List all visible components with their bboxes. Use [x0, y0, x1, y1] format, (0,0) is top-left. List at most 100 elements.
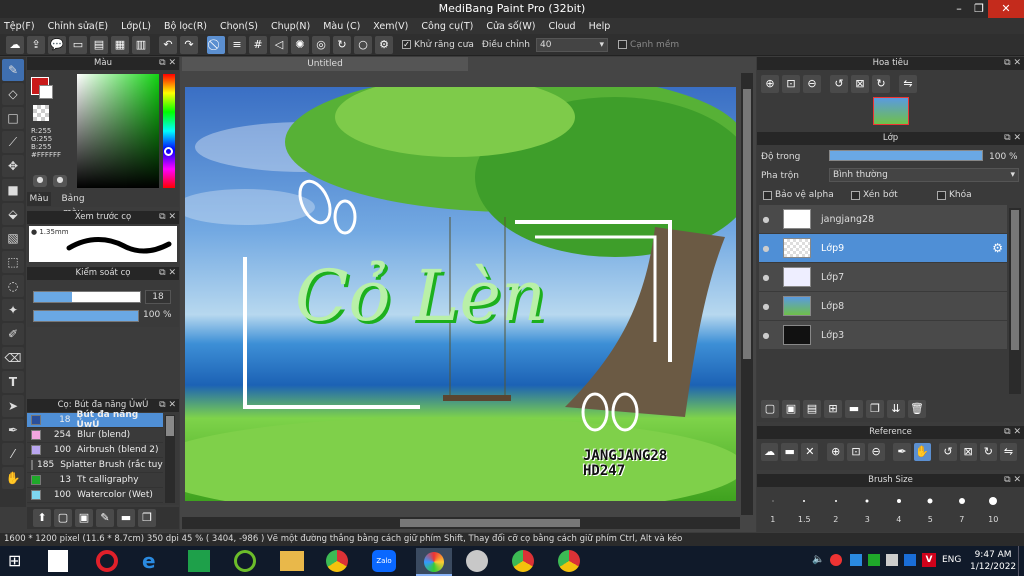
brush-list-scrollbar[interactable]	[165, 415, 175, 503]
circle-snap-icon[interactable]: ◎	[312, 35, 330, 54]
add-layer-menu-icon[interactable]: ⊞	[824, 400, 842, 418]
move-tool-icon[interactable]: ✥	[2, 155, 24, 177]
eraser-tool-icon[interactable]: ◇	[2, 83, 24, 105]
folder-icon[interactable]	[280, 551, 304, 571]
rotate-left-icon[interactable]: ↺	[939, 443, 957, 461]
tray-v-icon[interactable]: V	[922, 553, 936, 567]
cloud-upload-icon[interactable]: ☁	[761, 443, 779, 461]
zoom-out-icon[interactable]: ⊖	[867, 443, 885, 461]
canvas-vertical-scrollbar[interactable]	[741, 73, 753, 515]
brush-size-option[interactable]: 5	[915, 489, 947, 527]
palette-remove-icon[interactable]: ●	[53, 175, 67, 187]
protect-alpha-toggle[interactable]: Bảo vệ alpha	[763, 190, 834, 200]
snap-off-icon[interactable]: ⃠	[207, 35, 225, 54]
magic-wand-tool-icon[interactable]: ✦	[2, 299, 24, 321]
tray-app-icon[interactable]	[830, 554, 842, 566]
zoom-out-icon[interactable]: ⊖	[803, 75, 821, 93]
panel-close-icon[interactable]: ⧉ ✕	[159, 267, 176, 280]
hand-tool-icon[interactable]: ✋	[2, 467, 24, 489]
windows-start-icon[interactable]: ⊞	[8, 552, 26, 570]
zoom-in-icon[interactable]: ⊕	[761, 75, 779, 93]
saturation-value-picker[interactable]	[77, 74, 159, 188]
blend-mode-dropdown[interactable]: Bình thường ▾	[829, 168, 1019, 182]
menu-tools[interactable]: Công cụ(T)	[421, 21, 473, 32]
scroll-thumb[interactable]	[1011, 210, 1019, 350]
tray-app-5-icon[interactable]	[904, 554, 916, 566]
gradient-tool-icon[interactable]: ▧	[2, 227, 24, 249]
layer-row[interactable]: ● Lớp3	[759, 321, 1007, 350]
adjust-dropdown[interactable]: 40 ▾	[535, 37, 608, 52]
add-brush-icon[interactable]: ⬆	[33, 509, 51, 527]
gear-icon[interactable]: ⚙	[992, 241, 1003, 255]
layout-icon[interactable]: ▥	[132, 35, 150, 54]
brush-item[interactable]: 18 Bút đa năng ỦwÚ	[27, 410, 163, 430]
brush-item[interactable]: 185 Splatter Brush (rắc tuyết)	[27, 458, 163, 473]
menu-layer[interactable]: Lớp(L)	[121, 21, 151, 32]
menu-cloud[interactable]: Cloud	[548, 21, 575, 32]
new-brush-icon[interactable]: ▢	[54, 509, 72, 527]
canvas-horizontal-scrollbar[interactable]	[182, 517, 740, 529]
rotate-left-icon[interactable]: ↺	[830, 75, 848, 93]
line-tool-icon[interactable]: ⟋	[2, 131, 24, 153]
flip-icon[interactable]: ⇋	[899, 75, 917, 93]
hand-icon[interactable]: ✋	[913, 443, 931, 461]
speaker-icon[interactable]: 🔈	[812, 554, 824, 565]
tray-app-3-icon[interactable]	[868, 554, 880, 566]
select-pen-tool-icon[interactable]: ✐	[2, 323, 24, 345]
fill-rect-tool-icon[interactable]: ■	[2, 179, 24, 201]
vanishing-point-icon[interactable]: ◁	[270, 35, 288, 54]
menu-edit[interactable]: Chỉnh sửa(E)	[48, 21, 109, 32]
antialias-toggle[interactable]: ✓ Khử răng cưa	[402, 40, 474, 50]
eyedropper-tool-icon[interactable]: ✒	[2, 419, 24, 441]
scroll-thumb[interactable]	[166, 416, 174, 436]
brush-size-option[interactable]: 4	[883, 489, 915, 527]
duplicate-brush-icon[interactable]: ❐	[138, 509, 156, 527]
chrome-profile-icon[interactable]	[512, 550, 534, 572]
menu-filter[interactable]: Bộ lọc(R)	[164, 21, 207, 32]
cloud-icon[interactable]: ☁	[6, 35, 24, 54]
menu-view[interactable]: Xem(V)	[373, 21, 408, 32]
cross-snap-icon[interactable]: #	[249, 35, 267, 54]
undo-icon[interactable]: ↶	[159, 35, 177, 54]
share-icon[interactable]: ⇪	[27, 35, 45, 54]
menu-color[interactable]: Màu (C)	[323, 21, 360, 32]
document-icon[interactable]: ▤	[90, 35, 108, 54]
rotate-right-icon[interactable]: ↻	[979, 443, 997, 461]
visibility-icon[interactable]: ●	[759, 273, 773, 282]
layer-list-scrollbar[interactable]	[1009, 208, 1021, 394]
layer-opacity-slider[interactable]	[829, 150, 983, 161]
soft-edge-toggle[interactable]: Cạnh mềm	[617, 40, 679, 50]
fit-icon[interactable]: ⊡	[782, 75, 800, 93]
language-indicator[interactable]: ENG	[942, 555, 961, 565]
dropper-tool-icon[interactable]: ⁄	[2, 443, 24, 465]
ie-icon[interactable]: e	[142, 550, 164, 572]
rotate-right-icon[interactable]: ↻	[872, 75, 890, 93]
zalo-icon[interactable]: Zalo	[372, 550, 396, 572]
redo-icon[interactable]: ↷	[180, 35, 198, 54]
radial-snap-icon[interactable]: ✺	[291, 35, 309, 54]
panel-close-icon[interactable]: ⧉ ✕	[159, 211, 176, 224]
hue-handle[interactable]	[164, 147, 173, 156]
operation-tool-icon[interactable]: ➤	[2, 395, 24, 417]
select-rect-tool-icon[interactable]: ⬚	[2, 251, 24, 273]
brush-size-value[interactable]: 18	[145, 290, 171, 304]
tray-app-4-icon[interactable]	[886, 554, 898, 566]
scroll-thumb[interactable]	[743, 89, 751, 359]
clock[interactable]: 9:47 AM 1/12/2022	[970, 549, 1016, 573]
bucket-tool-icon[interactable]: ⬙	[2, 203, 24, 225]
edit-brush-icon[interactable]: ✎	[96, 509, 114, 527]
brush-size-option[interactable]: 1	[757, 489, 789, 527]
grid-icon[interactable]: ▦	[111, 35, 129, 54]
close-button[interactable]: ✕	[988, 0, 1024, 18]
brush-item[interactable]: 100 Airbrush (blend 2)	[27, 443, 163, 458]
comment-icon[interactable]: 💬	[48, 35, 66, 54]
new-8bit-layer-icon[interactable]: ▤	[803, 400, 821, 418]
visibility-icon[interactable]: ●	[759, 244, 773, 253]
menu-select[interactable]: Chọn(S)	[220, 21, 258, 32]
lasso-tool-icon[interactable]: ◌	[2, 275, 24, 297]
flip-icon[interactable]: ⇋	[999, 443, 1018, 461]
lock-checkbox[interactable]	[937, 190, 946, 200]
file-icon[interactable]	[48, 550, 68, 572]
merge-layer-icon[interactable]: ⇊	[887, 400, 905, 418]
visibility-icon[interactable]: ●	[759, 302, 773, 311]
